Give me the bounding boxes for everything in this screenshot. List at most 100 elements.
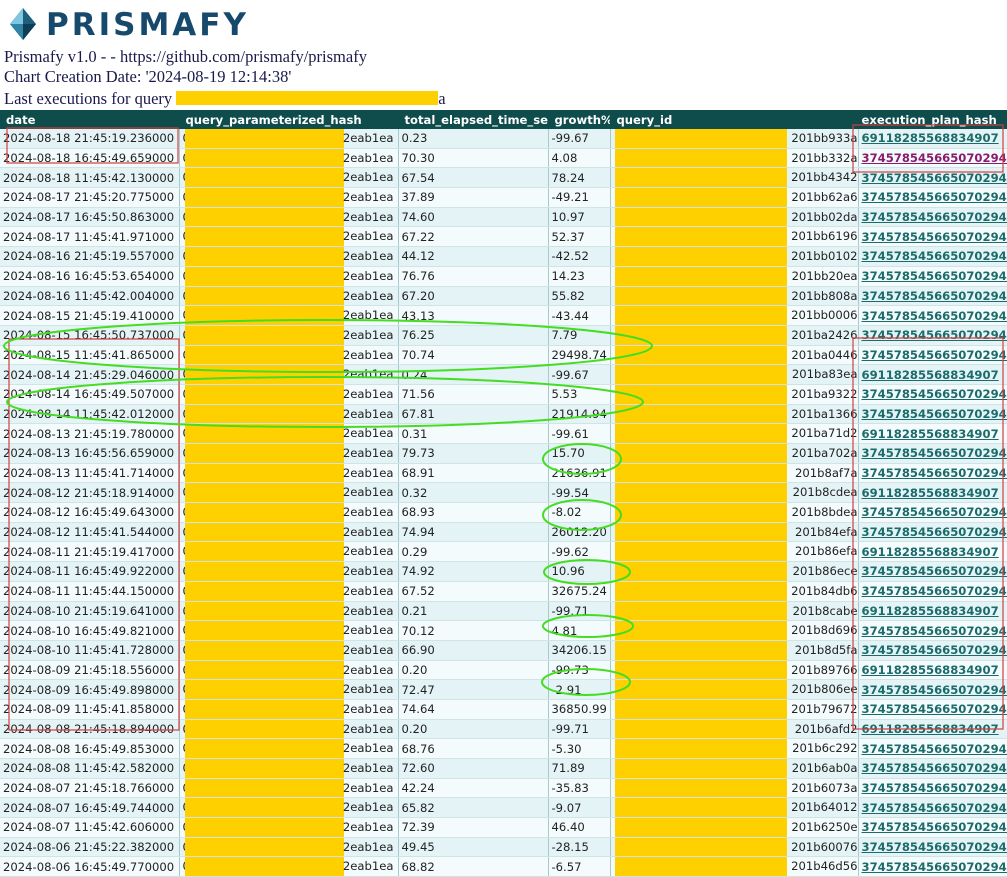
query-id-cell: 201bb0102 xyxy=(610,247,858,267)
redacted-query-id xyxy=(615,503,787,522)
plan-hash-link[interactable]: 3745785456650702945 xyxy=(862,801,1007,815)
plan-hash-link[interactable]: 3745785456650702945 xyxy=(862,820,1007,834)
plan-hash-link[interactable]: 3745785456650702945 xyxy=(862,564,1007,578)
query-id-suffix: 201b8cdea xyxy=(793,483,858,501)
table-row: 2024-08-18 21:45:19.23600002eab1ea0.23-9… xyxy=(0,129,1007,148)
table-row: 2024-08-11 11:45:44.15000002eab1ea67.523… xyxy=(0,581,1007,601)
redacted-query-id xyxy=(615,562,787,581)
redacted-query-id xyxy=(615,149,787,168)
plan-hash-link[interactable]: 6911828556883490​7 xyxy=(862,663,999,677)
plan-hash-link[interactable]: 3745785456650702945 xyxy=(862,643,1007,657)
query-hash-cell: 02eab1ea xyxy=(179,129,398,148)
query-hash-suffix: 2eab1ea xyxy=(343,405,394,423)
brand-name: PRISMAFY xyxy=(46,7,249,43)
query-hash-suffix: 2eab1ea xyxy=(343,188,394,206)
query-hash-suffix: 2eab1ea xyxy=(343,326,394,344)
plan-hash-link[interactable]: 3745785456650702945 xyxy=(862,624,1007,638)
redacted-query-id xyxy=(615,247,787,266)
plan-hash-cell: 3745785456650702945 xyxy=(858,522,1007,542)
growth-cell: -5.30 xyxy=(548,739,610,759)
plan-hash-link[interactable]: 3745785456650702945 xyxy=(862,289,1007,303)
plan-hash-link[interactable]: 3745785456650702945 xyxy=(862,407,1007,421)
redacted-query-id xyxy=(615,424,787,443)
plan-hash-link[interactable]: 6911828556883490​7 xyxy=(862,604,999,618)
column-header-query-parameterized-hash[interactable]: query_parameterized_hash xyxy=(179,110,398,129)
plan-hash-link[interactable]: 3745785456650702945 xyxy=(862,309,1007,323)
query-id-cell: 201b8d696 xyxy=(610,621,858,641)
column-header-query-id[interactable]: query_id xyxy=(610,110,858,129)
query-hash-suffix: 2eab1ea xyxy=(343,798,394,816)
date-cell: 2024-08-15 11:45:41.865000 xyxy=(0,345,179,365)
query-hash-cell: 02eab1ea xyxy=(179,503,398,523)
query-id-suffix: 201b8d5fa xyxy=(795,641,858,659)
plan-hash-link[interactable]: 6911828556883490​7 xyxy=(862,486,999,500)
column-header-execution-plan-hash[interactable]: execution_plan_hash xyxy=(858,110,1007,129)
plan-hash-link[interactable]: 3745785456650702945 xyxy=(862,230,1007,244)
redacted-hash xyxy=(185,700,344,719)
table-row: 2024-08-07 21:45:18.76600002eab1ea42.24-… xyxy=(0,778,1007,798)
plan-hash-link[interactable]: 3745785456650702945 xyxy=(862,387,1007,401)
date-cell: 2024-08-16 11:45:42.004000 xyxy=(0,286,179,306)
query-hash-suffix: 2eab1ea xyxy=(343,227,394,245)
plan-hash-link[interactable]: 3745785456650702945 xyxy=(862,210,1007,224)
growth-cell: -42.52 xyxy=(548,247,610,267)
plan-hash-link[interactable]: 6911828556883490​7 xyxy=(862,545,999,559)
plan-hash-link[interactable]: 6911828556883490​7 xyxy=(862,427,999,441)
plan-hash-link[interactable]: 3745785456650702945 xyxy=(862,269,1007,283)
redacted-query-id xyxy=(615,641,787,660)
query-id-cell: 201ba71d2 xyxy=(610,424,858,444)
header-date-line: Chart Creation Date: '2024-08-19 12:14:3… xyxy=(4,67,291,87)
plan-hash-link[interactable]: 3745785456650702945 xyxy=(862,151,1007,165)
column-header-total-elapsed-time[interactable]: total_elapsed_time_seg xyxy=(398,110,548,129)
plan-hash-link[interactable]: 6911828556883490​7 xyxy=(862,131,999,145)
plan-hash-link[interactable]: 6911828556883490​7 xyxy=(862,368,999,382)
query-id-suffix: 201bb4342 xyxy=(791,168,857,186)
plan-hash-cell: 3745785456650702945 xyxy=(858,759,1007,779)
query-id-cell: 201bb62a6 xyxy=(610,188,858,208)
table-row: 2024-08-08 21:45:18.89400002eab1ea0.20-9… xyxy=(0,719,1007,739)
redacted-query-id xyxy=(615,661,787,680)
query-id-cell: 201b60076 xyxy=(610,837,858,857)
table-row: 2024-08-16 21:45:19.55700002eab1ea44.12-… xyxy=(0,247,1007,267)
plan-hash-link[interactable]: 3745785456650702945 xyxy=(862,840,1007,854)
query-id-suffix: 201b6c292 xyxy=(792,739,857,757)
query-id-suffix: 201bb0102 xyxy=(791,247,857,265)
date-cell: 2024-08-12 11:45:41.544000 xyxy=(0,522,179,542)
elapsed-cell: 68.76 xyxy=(398,739,548,759)
query-id-cell: 201b806ee xyxy=(610,680,858,700)
plan-hash-cell: 3745785456650702945 xyxy=(858,286,1007,306)
date-cell: 2024-08-06 21:45:22.382000 xyxy=(0,837,179,857)
query-hash-suffix: 2eab1ea xyxy=(343,149,394,167)
plan-hash-cell: 3745785456650702945 xyxy=(858,188,1007,208)
plan-hash-link[interactable]: 3745785456650702945 xyxy=(862,249,1007,263)
column-header-date[interactable]: date xyxy=(0,110,179,129)
plan-hash-link[interactable]: 3745785456650702945 xyxy=(862,761,1007,775)
query-id-suffix: 201bb02da xyxy=(791,208,857,226)
table-row: 2024-08-16 16:45:53.65400002eab1ea76.761… xyxy=(0,266,1007,286)
query-id-suffix: 201ba9322 xyxy=(791,385,857,403)
plan-hash-link[interactable]: 3745785456650702945 xyxy=(862,742,1007,756)
growth-cell: 78.24 xyxy=(548,168,610,188)
plan-hash-link[interactable]: 3745785456650702945 xyxy=(862,525,1007,539)
plan-hash-link[interactable]: 3745785456650702945 xyxy=(862,348,1007,362)
query-id-suffix: 201b84db6 xyxy=(791,582,857,600)
redacted-hash xyxy=(185,779,344,798)
plan-hash-link[interactable]: 3745785456650702945 xyxy=(862,446,1007,460)
plan-hash-link[interactable]: 3745785456650702945 xyxy=(862,781,1007,795)
plan-hash-link[interactable]: 3745785456650702945 xyxy=(862,860,1007,874)
plan-hash-link[interactable]: 3745785456650702945 xyxy=(862,171,1007,185)
plan-hash-link[interactable]: 3745785456650702945 xyxy=(862,584,1007,598)
plan-hash-cell: 6911828556883490​7 xyxy=(858,424,1007,444)
table-row: 2024-08-07 11:45:42.60600002eab1ea72.394… xyxy=(0,818,1007,838)
plan-hash-link[interactable]: 3745785456650702945 xyxy=(862,683,1007,697)
plan-hash-link[interactable]: 3745785456650702945 xyxy=(862,190,1007,204)
date-cell: 2024-08-17 11:45:41.971000 xyxy=(0,227,179,247)
plan-hash-link[interactable]: 3745785456650702945 xyxy=(862,328,1007,342)
plan-hash-link[interactable]: 3745785456650702945 xyxy=(862,466,1007,480)
plan-hash-link[interactable]: 3745785456650702945 xyxy=(862,702,1007,716)
plan-hash-link[interactable]: 3745785456650702945 xyxy=(862,505,1007,519)
growth-cell: -6.57 xyxy=(548,857,610,877)
plan-hash-link[interactable]: 6911828556883490​7 xyxy=(862,722,999,736)
redacted-query-id xyxy=(615,818,787,837)
column-header-growth[interactable]: growth% xyxy=(548,110,610,129)
